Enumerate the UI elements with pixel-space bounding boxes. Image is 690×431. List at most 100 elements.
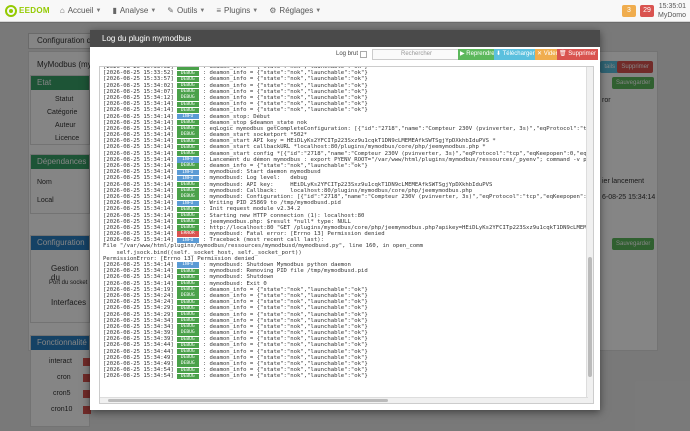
log-level-badge: DEBUG xyxy=(176,188,199,194)
gear-icon: ⚙ xyxy=(269,6,277,15)
chevron-down-icon: ▼ xyxy=(150,7,157,14)
trash-icon: 🗑 xyxy=(559,51,569,57)
delete-log-label: Supprimer xyxy=(568,51,596,57)
log-level-badge: DEBUG xyxy=(176,101,199,107)
log-level-badge: INFO xyxy=(176,113,199,120)
log-level-badge: DEBUG xyxy=(176,144,199,151)
log-level-badge: DEBUG xyxy=(176,311,199,318)
clear-icon: ✕ xyxy=(537,51,544,57)
log-level-badge: DEBUG xyxy=(176,324,199,330)
log-brut-checkbox[interactable] xyxy=(360,51,367,58)
nav-analyse[interactable]: ▮ Analyse ▼ xyxy=(112,6,156,15)
logo-icon xyxy=(5,4,17,17)
log-viewer[interactable]: [2026-08-25 15:33:52] DEBUG: deamon_info … xyxy=(99,66,594,404)
log-level-badge: INFO xyxy=(176,157,199,163)
log-level-badge: DEBUG xyxy=(176,138,199,145)
log-level-badge: DEBUG xyxy=(176,336,199,343)
log-toolbar: Log brut Rechercher ▶ Reprendre ⬇ Téléch… xyxy=(90,49,600,63)
log-modal: Log du plugin mymodbus Log brut Recherch… xyxy=(90,30,600,410)
log-level-badge: DEBUG xyxy=(176,82,199,89)
log-level-badge: DEBUG xyxy=(176,163,199,169)
log-level-badge: DEBUG xyxy=(176,355,199,361)
scrollbar-thumb[interactable] xyxy=(108,399,388,402)
log-level-badge: DEBUG xyxy=(176,330,199,336)
nav-outils-label: Outils xyxy=(176,6,198,15)
log-level-badge: INFO xyxy=(176,237,199,244)
log-level-badge: DEBUG xyxy=(176,76,199,83)
chevron-down-icon: ▼ xyxy=(252,7,259,14)
log-level-badge: DEBUG xyxy=(176,132,199,138)
log-level-badge: DEBUG xyxy=(176,225,199,231)
log-horizontal-scrollbar[interactable] xyxy=(100,397,588,403)
download-button[interactable]: ⬇ Télécharger xyxy=(494,49,537,60)
log-level-badge: DEBUG xyxy=(176,318,199,324)
resume-button[interactable]: ▶ Reprendre xyxy=(458,49,497,60)
log-level-badge: DEBUG xyxy=(176,367,199,373)
log-level-badge: DEBUG xyxy=(176,299,199,305)
jeedom-logo[interactable]: EEDOM xyxy=(5,4,50,17)
log-level-badge: ERROR xyxy=(176,231,199,237)
log-level-badge: DEBUG xyxy=(176,274,199,281)
logo-text: EEDOM xyxy=(19,6,50,15)
clock: 15:35:01 MyDomo xyxy=(658,2,686,20)
log-level-badge: DEBUG xyxy=(176,280,199,287)
nav-accueil-label: Accueil xyxy=(67,6,94,15)
nav-plugins[interactable]: ≡ Plugins ▼ xyxy=(216,6,258,15)
top-navbar: EEDOM ⌂ Accueil ▼ ▮ Analyse ▼ ✎ Outils ▼… xyxy=(0,0,690,22)
log-level-badge: INFO xyxy=(176,200,199,206)
log-level-badge: DEBUG xyxy=(176,95,199,101)
download-label: Télécharger xyxy=(502,51,535,57)
log-level-badge: INFO xyxy=(176,175,199,182)
log-level-badge: DEBUG xyxy=(176,219,199,225)
alert-count-badge[interactable]: 29 xyxy=(639,5,654,17)
chevron-down-icon: ▼ xyxy=(95,7,102,14)
log-level-badge: DEBUG xyxy=(176,70,199,76)
log-level-badge: DEBUG xyxy=(176,120,199,126)
clock-hostname: MyDomo xyxy=(657,12,686,19)
nav-right: 3 29 15:35:01 MyDomo xyxy=(621,2,686,20)
log-level-badge: DEBUG xyxy=(176,342,199,349)
download-icon: ⬇ xyxy=(496,51,503,57)
resume-label: Reprendre xyxy=(466,51,495,57)
delete-log-button[interactable]: 🗑 Supprimer xyxy=(557,49,598,60)
log-level-badge: DEBUG xyxy=(176,212,199,219)
log-level-badge: DEBUG xyxy=(176,206,199,213)
log-level-badge: DEBUG xyxy=(176,373,199,380)
log-level-badge: DEBUG xyxy=(176,287,199,293)
log-level-badge: DEBUG xyxy=(176,67,199,70)
nav-plugins-label: Plugins xyxy=(224,6,251,15)
nav-outils[interactable]: ✎ Outils ▼ xyxy=(167,6,205,15)
clear-label: Vider xyxy=(543,51,558,57)
clear-button[interactable]: ✕ Vider xyxy=(535,49,560,60)
nav-accueil[interactable]: ⌂ Accueil ▼ xyxy=(60,6,102,15)
log-vertical-scrollbar[interactable] xyxy=(586,67,593,403)
log-level-badge: DEBUG xyxy=(176,194,199,200)
tasks-icon: ≡ xyxy=(216,6,222,15)
log-level-badge: DEBUG xyxy=(176,361,199,367)
log-level-badge: INFO xyxy=(176,169,199,175)
message-count-badge[interactable]: 3 xyxy=(621,5,636,17)
log-level-badge: DEBUG xyxy=(176,89,199,95)
nav-reglages-label: Réglages xyxy=(279,6,314,15)
log-line: [2026-08-25 15:34:54] DEBUG: deamon_info … xyxy=(103,373,593,380)
nav-analyse-label: Analyse xyxy=(119,6,149,15)
log-level-badge: INFO xyxy=(176,262,199,268)
log-level-badge: DEBUG xyxy=(176,126,199,132)
log-level-badge: DEBUG xyxy=(176,293,199,299)
log-line: [2026-08-25 15:34:14] DEBUG: eqLogic mymo… xyxy=(103,126,593,132)
modal-title: Log du plugin mymodbus xyxy=(90,30,600,47)
chart-icon: ▮ xyxy=(112,6,117,15)
nav-reglages[interactable]: ⚙ Réglages ▼ xyxy=(269,6,321,15)
log-level-badge: DEBUG xyxy=(176,305,199,312)
chevron-down-icon: ▼ xyxy=(315,7,322,14)
log-level-badge: DEBUG xyxy=(176,181,199,188)
wrench-icon: ✎ xyxy=(167,6,174,15)
home-icon: ⌂ xyxy=(59,6,65,15)
log-message: : deamon_info = {"state":"nok","launchab… xyxy=(202,373,368,380)
log-lines: [2026-08-25 15:33:52] DEBUG: deamon_info … xyxy=(103,67,593,380)
scrollbar-thumb[interactable] xyxy=(588,257,592,377)
log-line: [2026-08-25 15:34:14] DEBUG: mymodbusd: C… xyxy=(103,194,593,200)
log-level-badge: DEBUG xyxy=(176,151,199,157)
clock-time: 15:35:01 xyxy=(658,3,686,10)
chevron-down-icon: ▼ xyxy=(199,7,206,14)
